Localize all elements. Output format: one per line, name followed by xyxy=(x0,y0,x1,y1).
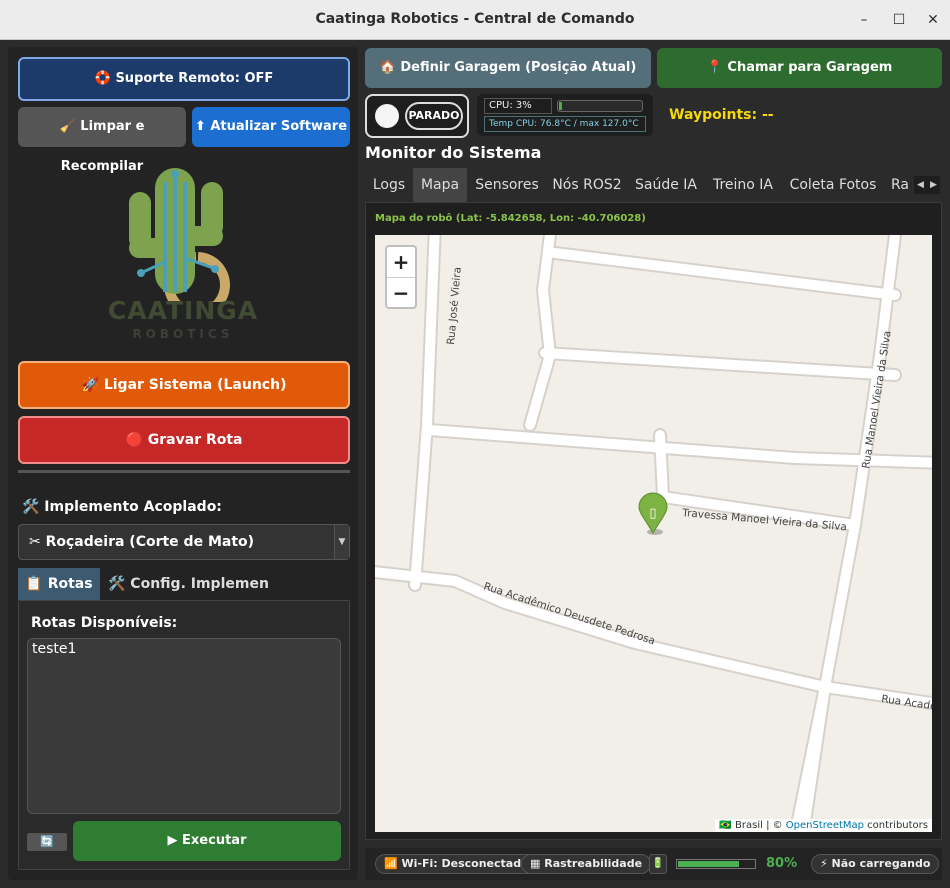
launch-system-button[interactable]: 🚀 Ligar Sistema (Launch) xyxy=(18,361,350,409)
list-item[interactable]: teste1 xyxy=(32,641,336,657)
call-garage-button[interactable]: 📍 Chamar para Garagem xyxy=(657,48,942,88)
battery-progress-bar xyxy=(676,859,756,869)
tab-ros2-nodes[interactable]: Nós ROS2 xyxy=(547,168,627,202)
street-label: Rua José Vieira xyxy=(445,266,464,345)
battery-progress-fill xyxy=(678,861,739,867)
logo-subname: ROBOTICS xyxy=(132,327,234,341)
minimize-button[interactable]: – xyxy=(853,9,875,31)
zoom-out-button[interactable]: − xyxy=(387,277,415,307)
routes-list[interactable]: teste1 xyxy=(27,638,341,814)
zoom-control: + − xyxy=(385,245,417,309)
chevron-left-icon[interactable]: ◀ xyxy=(914,176,927,194)
caatinga-logo: CAATINGA ROBOTICS xyxy=(103,162,263,352)
cpu-label: CPU: 3% xyxy=(484,98,552,114)
attribution-prefix: 🇧🇷 Brasil | © xyxy=(719,820,786,831)
attribution-suffix: contributors xyxy=(864,820,928,831)
tab-routes[interactable]: 📋 Rotas xyxy=(18,568,100,600)
status-bar: 📶 Wi-Fi: Desconectado ▦ Rastreabilidade … xyxy=(365,848,942,880)
tab-implement-config[interactable]: 🛠️ Config. Implemento xyxy=(108,568,268,600)
tab-map[interactable]: Mapa xyxy=(413,168,467,202)
logo-name: CAATINGA xyxy=(107,296,259,325)
clean-recompile-button[interactable]: 🧹 Limpar e Recompilar xyxy=(18,107,186,174)
tab-truncated[interactable]: Ra xyxy=(885,168,915,202)
tab-ai-training[interactable]: Treino IA xyxy=(705,168,781,202)
update-software-button[interactable]: ⬆ Atualizar Software xyxy=(192,107,350,147)
tab-logs[interactable]: Logs xyxy=(365,168,413,202)
implement-label: 🛠️ Implemento Acoplado: xyxy=(22,499,222,515)
chevron-right-icon[interactable]: ▶ xyxy=(927,176,940,194)
divider xyxy=(18,470,350,473)
status-light xyxy=(375,104,399,128)
cpu-progress-bar xyxy=(557,100,643,112)
close-button[interactable]: ✕ xyxy=(922,9,944,31)
map-caption: Mapa do robô (Lat: -5.842658, Lon: -40.7… xyxy=(375,213,646,224)
title-bar: Caatinga Robotics - Central de Comando –… xyxy=(0,0,950,40)
traceability-button[interactable]: ▦ Rastreabilidade xyxy=(521,854,652,874)
charging-status: ⚡ Não carregando xyxy=(811,854,940,874)
remote-support-button[interactable]: 🛟 Suporte Remoto: OFF xyxy=(18,57,350,101)
window-title: Caatinga Robotics - Central de Comando xyxy=(315,11,635,27)
waypoints-label: Waypoints: -- xyxy=(669,107,774,123)
wifi-status: 📶 Wi-Fi: Desconectado xyxy=(375,854,538,874)
osm-link[interactable]: OpenStreetMap xyxy=(786,820,864,831)
record-route-button[interactable]: 🔴 Gravar Rota xyxy=(18,416,350,464)
map-marker-icon[interactable]: ▯ xyxy=(638,492,668,535)
battery-icon: 🔋 xyxy=(649,854,667,874)
map-view[interactable]: Rua José Vieira Rua Manoel Vieira da Sil… xyxy=(375,235,932,832)
zoom-in-button[interactable]: + xyxy=(387,247,415,277)
tab-ai-health[interactable]: Saúde IA xyxy=(627,168,705,202)
left-panel: 🛟 Suporte Remoto: OFF 🧹 Limpar e Recompi… xyxy=(8,47,358,880)
execute-button[interactable]: ▶ Executar xyxy=(73,821,341,861)
cpu-progress-fill xyxy=(559,102,562,110)
cactus-logo-icon xyxy=(129,168,230,318)
refresh-icon[interactable]: 🔄 xyxy=(27,833,67,851)
battery-percent: 80% xyxy=(766,856,798,871)
chevron-down-icon[interactable]: ▼ xyxy=(334,525,349,559)
cpu-temp-label: Temp CPU: 76.8°C / max 127.0°C xyxy=(484,116,646,132)
monitor-title: Monitor do Sistema xyxy=(365,143,542,162)
svg-text:▯: ▯ xyxy=(649,506,656,521)
map-attribution: 🇧🇷 Brasil | © OpenStreetMap contributors xyxy=(715,819,932,832)
implement-select[interactable]: ✂ Roçadeira (Corte de Mato) ▼ xyxy=(18,524,350,560)
implement-selected-value: ✂ Roçadeira (Corte de Mato) xyxy=(29,534,255,550)
robot-state-indicator: PARADO xyxy=(365,94,469,138)
routes-label: Rotas Disponíveis: xyxy=(31,615,178,631)
tab-sensors[interactable]: Sensores xyxy=(467,168,547,202)
street-label: Rua Acadêmico Deusdete Pedrosa xyxy=(482,580,656,647)
cpu-monitor: CPU: 3% Temp CPU: 76.8°C / max 127.0°C xyxy=(477,94,653,136)
status-badge: PARADO xyxy=(405,102,463,130)
set-garage-button[interactable]: 🏠 Definir Garagem (Posição Atual) xyxy=(365,48,651,88)
monitor-tabs: Logs Mapa Sensores Nós ROS2 Saúde IA Tre… xyxy=(365,168,942,202)
maximize-button[interactable]: ☐ xyxy=(888,9,910,31)
tab-photo-collection[interactable]: Coleta Fotos xyxy=(781,168,885,202)
map-streets: Rua José Vieira Rua Manoel Vieira da Sil… xyxy=(375,235,932,832)
